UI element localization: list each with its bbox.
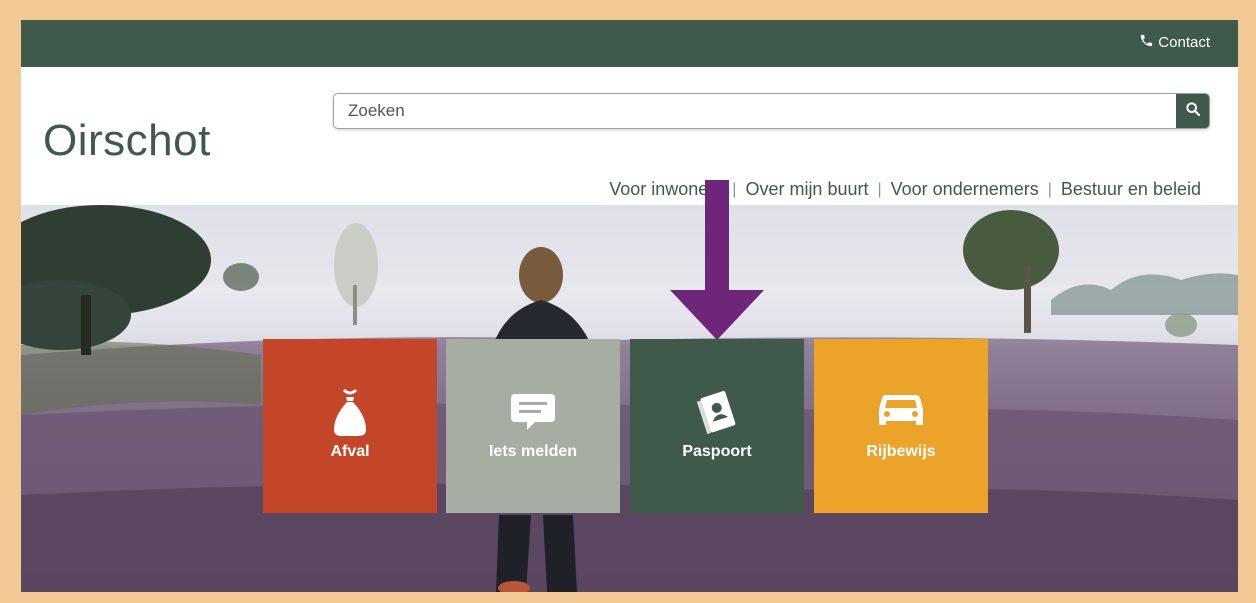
nav-separator: | (1047, 180, 1052, 198)
tile-rijbewijs[interactable]: Rijbewijs (814, 339, 988, 513)
car-icon (876, 387, 926, 437)
tile-label: Iets melden (488, 443, 578, 460)
phone-icon (1139, 33, 1154, 52)
tile-label: Afval (330, 443, 370, 460)
contact-label: Contact (1158, 34, 1210, 51)
tile-label: Rijbewijs (866, 443, 936, 460)
garbage-bag-icon (330, 387, 370, 437)
search-bar (333, 93, 1210, 129)
top-bar: Contact (21, 20, 1238, 67)
site-logo[interactable]: Oirschot (43, 116, 211, 166)
search-icon (1185, 101, 1201, 122)
tile-label: Paspoort (682, 443, 752, 460)
page-frame: Contact Oirschot Voor inwoners | Over mi… (21, 20, 1238, 592)
nav-bestuur-en-beleid[interactable]: Bestuur en beleid (1061, 179, 1201, 200)
passport-icon (693, 387, 741, 437)
site-header: Oirschot Voor inwoners | Over mijn buurt… (21, 67, 1238, 205)
tile-paspoort[interactable]: Paspoort (630, 339, 804, 513)
nav-voor-ondernemers[interactable]: Voor ondernemers (891, 179, 1039, 200)
search-button[interactable] (1176, 94, 1209, 128)
chat-bubble-icon (509, 387, 557, 437)
annotation-arrow (670, 180, 764, 340)
tile-iets-melden[interactable]: Iets melden (446, 339, 620, 513)
nav-separator: | (877, 180, 882, 198)
search-input[interactable] (334, 94, 1174, 128)
tile-afval[interactable]: Afval (263, 339, 437, 513)
contact-link[interactable]: Contact (1139, 33, 1210, 52)
